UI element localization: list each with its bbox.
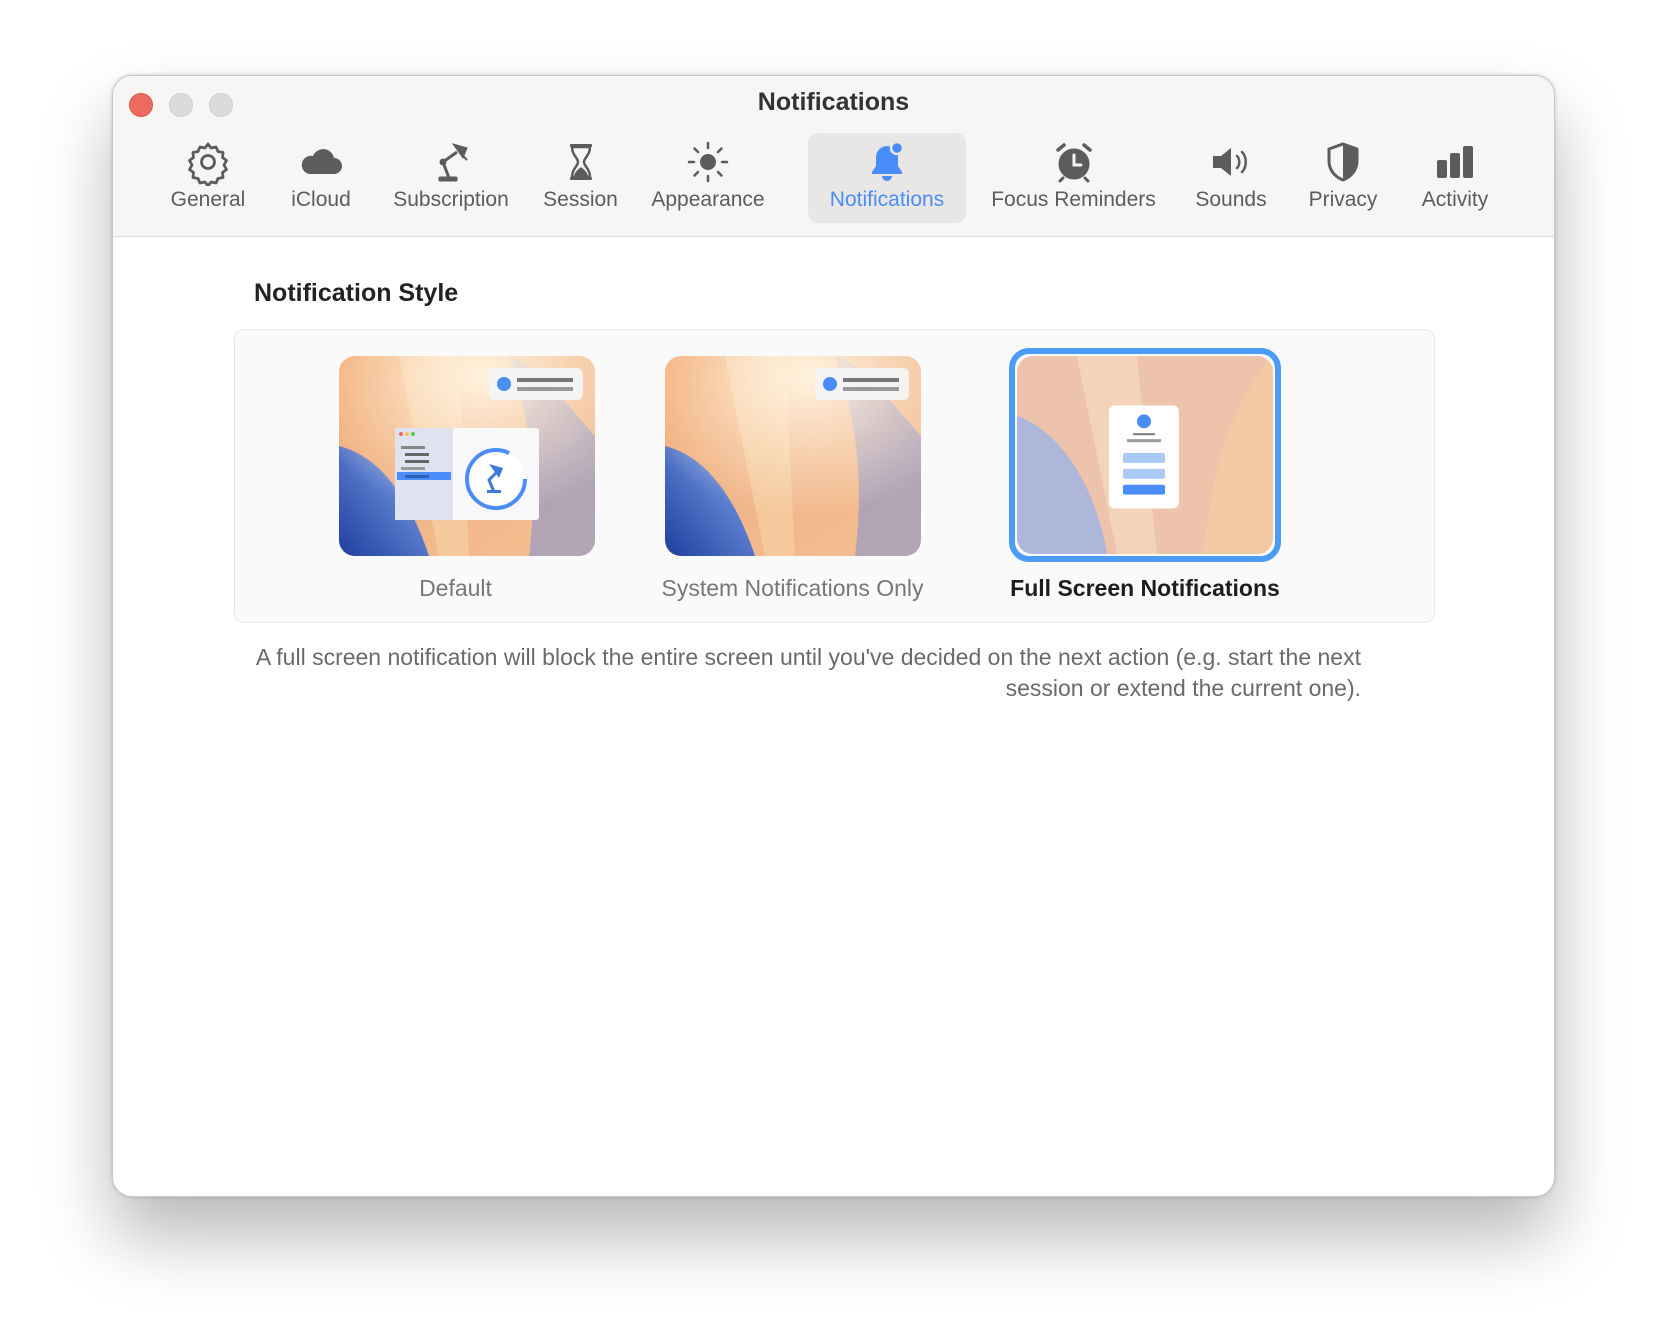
tab-icloud[interactable]: iCloud <box>271 133 371 223</box>
tab-subscription[interactable]: Subscription <box>381 133 521 223</box>
tab-privacy[interactable]: Privacy <box>1295 133 1391 223</box>
tab-label: iCloud <box>291 188 351 211</box>
default-preview-image <box>339 356 595 556</box>
tab-label: Session <box>543 188 618 211</box>
shield-icon <box>1327 142 1359 182</box>
style-description: A full screen notification will block th… <box>255 644 1361 701</box>
tab-label: Focus Reminders <box>991 188 1156 211</box>
system-only-preview-image <box>665 356 921 556</box>
cloud-icon <box>301 149 342 174</box>
tab-label: General <box>170 188 246 211</box>
tab-appearance[interactable]: Appearance <box>637 133 779 223</box>
tab-label: Appearance <box>651 188 765 211</box>
tab-sounds[interactable]: Sounds <box>1183 133 1279 223</box>
style-option-system-only[interactable]: System Notifications Only <box>596 330 989 624</box>
tab-label: Activity <box>1421 188 1489 211</box>
toolbar-tabs: General iCloud Subscription Session Appe… <box>113 76 1554 237</box>
tab-label: Subscription <box>393 188 509 211</box>
tab-label: Notifications <box>829 188 945 211</box>
full-screen-preview-image <box>1017 356 1273 554</box>
preferences-window: Notifications General iCloud Subscriptio… <box>112 75 1555 1197</box>
style-option-label: Full Screen Notifications <box>1010 575 1280 601</box>
bar-chart-icon <box>1437 146 1473 178</box>
tab-focus-reminders[interactable]: Focus Reminders <box>981 133 1166 223</box>
titlebar: Notifications General iCloud Subscriptio… <box>113 76 1554 237</box>
notification-style-picker: Default System Notifications Only Full S… <box>234 329 1435 623</box>
style-option-label: System Notifications Only <box>661 575 924 601</box>
bell-badge-icon <box>872 140 905 181</box>
alarm-clock-icon <box>1055 143 1092 183</box>
gear-icon <box>188 142 228 186</box>
hourglass-icon <box>569 144 592 180</box>
tab-general[interactable]: General <box>158 133 258 223</box>
tab-session[interactable]: Session <box>533 133 628 223</box>
tab-label: Sounds <box>1195 188 1267 211</box>
sun-icon <box>687 141 729 183</box>
section-title: Notification Style <box>254 279 459 307</box>
tab-notifications[interactable]: Notifications <box>808 133 966 223</box>
style-option-full-screen[interactable]: Full Screen Notifications <box>995 330 1295 624</box>
tab-label: Privacy <box>1308 188 1378 211</box>
tab-activity[interactable]: Activity <box>1405 133 1505 223</box>
speaker-icon <box>1213 148 1247 176</box>
desk-lamp-icon <box>438 143 468 182</box>
